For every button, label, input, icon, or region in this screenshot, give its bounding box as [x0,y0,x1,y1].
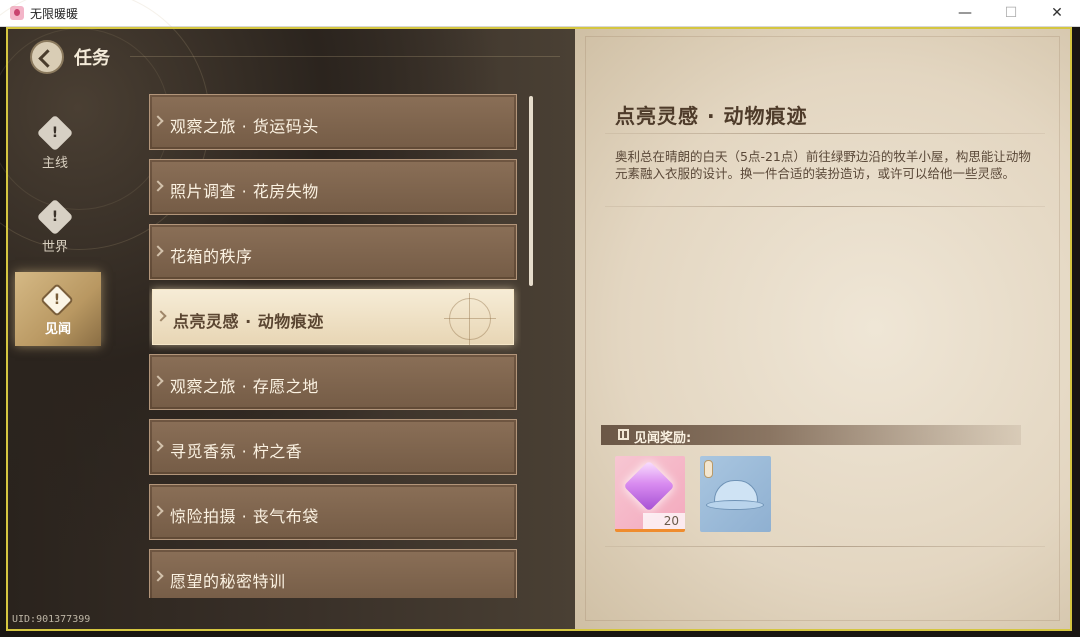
window-frame [6,27,1072,631]
minimize-icon[interactable]: — [942,0,988,26]
close-icon[interactable]: ✕ [1034,0,1080,26]
maximize-icon[interactable]: ☐ [988,0,1034,26]
